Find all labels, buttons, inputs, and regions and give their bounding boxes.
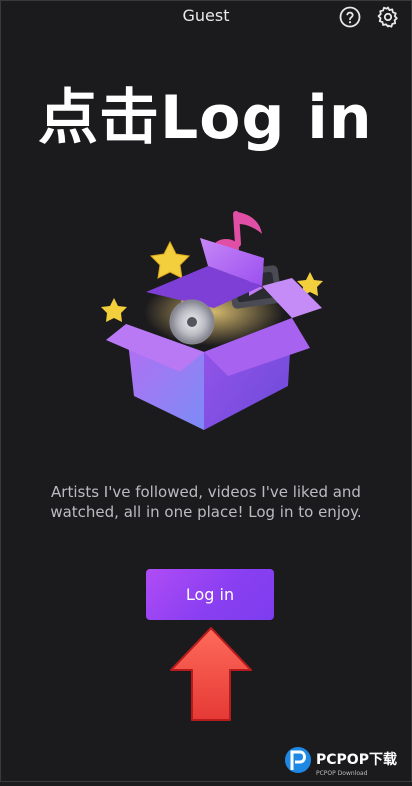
tutorial-caption: 点击Log in	[38, 83, 373, 153]
help-button[interactable]	[338, 5, 362, 29]
cd-icon	[169, 299, 215, 345]
top-bar: Guest	[0, 0, 412, 34]
login-prompt-text: Artists I've followed, videos I've liked…	[50, 483, 362, 521]
watermark-logo-icon	[285, 747, 311, 773]
gear-icon	[377, 6, 398, 28]
pointer-arrow	[168, 626, 254, 722]
gift-box-illustration	[96, 200, 328, 440]
login-button[interactable]: Log in	[146, 569, 274, 620]
help-circle-icon	[339, 6, 361, 28]
watermark-brand: PCPOP下载	[316, 751, 397, 768]
settings-button[interactable]	[376, 5, 400, 29]
watermark: PCPOP下载 PCPOP Download	[282, 740, 412, 782]
watermark-sub: PCPOP Download	[316, 770, 368, 777]
